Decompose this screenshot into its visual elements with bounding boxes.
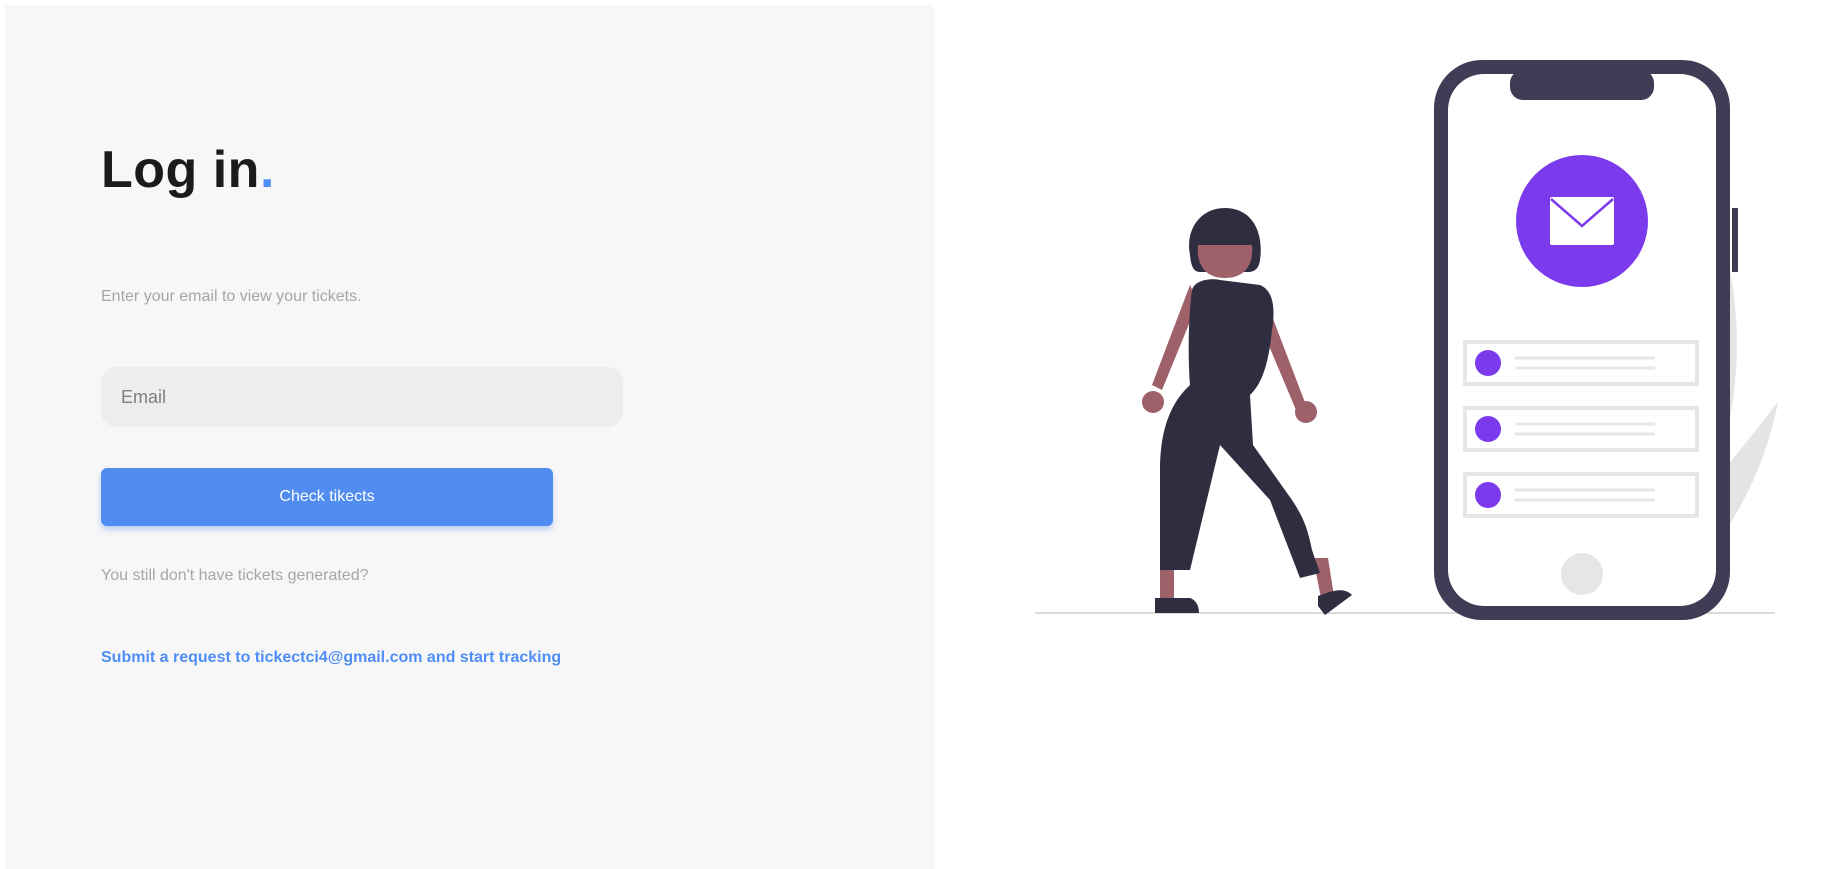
notification-row — [1463, 340, 1699, 386]
login-panel — [5, 5, 934, 869]
login-subtitle: Enter your email to view your tickets. — [101, 288, 362, 305]
envelope-icon — [1550, 197, 1614, 245]
home-button-graphic — [1561, 553, 1603, 595]
notification-row — [1463, 472, 1699, 518]
no-tickets-hint: You still don't have tickets generated? — [101, 567, 369, 584]
login-illustration — [1035, 60, 1778, 620]
woman-figure — [1142, 208, 1352, 615]
notification-row — [1463, 406, 1699, 452]
check-tickets-button[interactable]: Check tikects — [101, 468, 553, 526]
email-field[interactable] — [101, 367, 623, 427]
smartphone — [1434, 60, 1738, 620]
title-text: Log in — [101, 141, 260, 199]
page-title: Log in. — [101, 144, 275, 196]
login-page: Log in. Enter your email to view your ti… — [0, 0, 1824, 869]
submit-request-link[interactable]: Submit a request to tickectci4@gmail.com… — [101, 649, 561, 667]
title-dot: . — [259, 141, 275, 199]
